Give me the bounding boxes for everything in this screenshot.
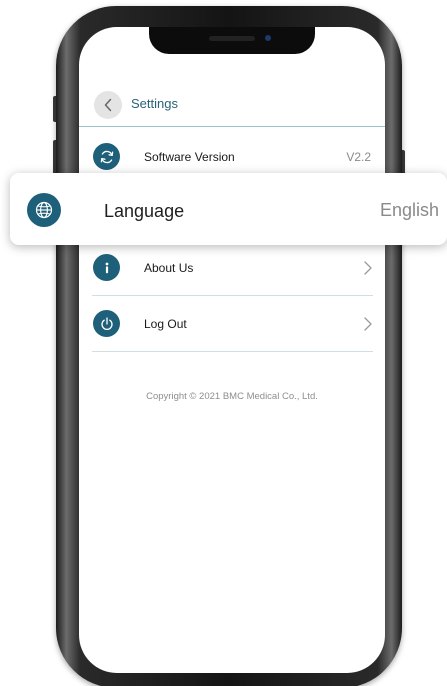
copyright-text: Copyright © 2021 BMC Medical Co., Ltd. xyxy=(146,391,318,402)
back-button[interactable] xyxy=(94,91,122,119)
settings-item-label: Log Out xyxy=(144,317,187,331)
power-icon xyxy=(93,310,120,337)
settings-item-log-out[interactable]: Log Out xyxy=(92,296,373,352)
info-icon xyxy=(93,254,120,281)
speaker-grille xyxy=(209,36,255,41)
phone-screen: Settings Software Version V2.2 About Us xyxy=(79,27,385,673)
chevron-right-icon xyxy=(364,317,372,331)
refresh-icon xyxy=(93,143,120,170)
chevron-right-icon xyxy=(364,261,372,275)
chevron-left-icon xyxy=(104,98,112,112)
language-value: English xyxy=(379,200,439,220)
globe-icon xyxy=(27,193,61,227)
page-title: Settings xyxy=(131,96,178,111)
settings-item-language[interactable]: Language English xyxy=(10,173,447,245)
phone-notch xyxy=(149,27,315,54)
settings-item-about-us[interactable]: About Us xyxy=(92,240,373,296)
camera-icon xyxy=(265,35,271,41)
settings-header: Settings xyxy=(79,89,385,127)
software-version-value: V2.2 xyxy=(346,150,371,164)
settings-item-label: About Us xyxy=(144,261,194,275)
settings-item-label: Language xyxy=(104,201,185,221)
settings-item-label: Software Version xyxy=(144,150,235,164)
